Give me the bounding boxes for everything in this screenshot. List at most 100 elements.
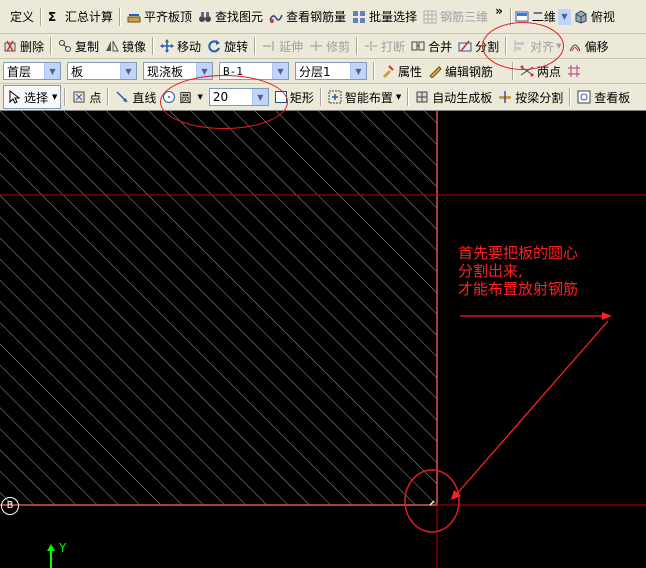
trim-icon xyxy=(309,39,323,53)
auto-slab-icon xyxy=(415,90,429,104)
chevron-down-icon[interactable]: ▼ xyxy=(44,63,60,79)
copy-button[interactable]: 复制 xyxy=(55,35,102,57)
summary-calc-button[interactable]: Σ 汇总计算 xyxy=(45,6,116,28)
circle-button[interactable]: 圆 ▼ xyxy=(159,86,205,108)
select-dropdown-icon[interactable]: ▼ xyxy=(52,93,57,101)
grid-marker-b: B xyxy=(1,497,19,515)
split-button[interactable]: 分割 xyxy=(455,35,502,57)
rotate-button[interactable]: 旋转 xyxy=(204,35,251,57)
annotation-arrow-diagonal xyxy=(454,320,609,497)
properties-button[interactable]: 属性 xyxy=(378,60,425,82)
slab-align-icon xyxy=(127,10,141,24)
batch-select-icon xyxy=(352,10,366,24)
edit-toolbar: 删除 复制 镜像 移动 旋转 延伸 修剪 打断 合并 分割 对齐 ▼ 偏移 xyxy=(0,34,646,59)
view-slab-button[interactable]: 查看板 xyxy=(574,86,633,108)
view-mode-dropdown-icon[interactable]: ▼ xyxy=(557,8,571,25)
merge-button[interactable]: 合并 xyxy=(408,35,455,57)
slab-hatch xyxy=(0,111,437,505)
view-slab-icon xyxy=(577,90,591,104)
view-mode-select[interactable]: 二维 ▼ xyxy=(515,6,571,28)
canvas-graphics xyxy=(0,111,646,568)
arrowhead-right xyxy=(602,312,612,320)
extend-button[interactable]: 延伸 xyxy=(259,35,306,57)
cube-icon xyxy=(574,9,588,24)
main-toolbar: 定义 Σ 汇总计算 平齐板顶 查找图元 查看钢筋量 批量选择 钢筋三维 » 二维… xyxy=(0,0,646,34)
split-by-beam-button[interactable]: 按梁分割 xyxy=(495,86,566,108)
move-button[interactable]: 移动 xyxy=(157,35,204,57)
rotate-icon xyxy=(207,39,221,53)
define-button[interactable]: 定义 xyxy=(0,6,37,28)
two-points-icon xyxy=(520,64,534,78)
offset-button[interactable]: 偏移 xyxy=(565,35,612,57)
rebar-3d-icon xyxy=(423,10,437,24)
properties-icon xyxy=(381,64,395,78)
rebar-qty-icon xyxy=(269,10,283,24)
two-points-button[interactable]: 两点 xyxy=(517,60,564,82)
monitor-icon xyxy=(515,10,529,24)
auto-generate-slab-button[interactable]: 自动生成板 xyxy=(412,86,495,108)
break-icon xyxy=(364,39,378,53)
smart-layout-icon xyxy=(328,90,342,104)
offset-icon xyxy=(568,39,582,53)
split-beam-icon xyxy=(498,90,512,104)
merge-icon xyxy=(411,39,425,53)
chevron-down-icon[interactable]: ▼ xyxy=(196,63,212,79)
align-button[interactable]: 对齐 ▼ xyxy=(510,35,564,57)
binoculars-icon xyxy=(198,10,212,24)
pencil-icon xyxy=(428,64,442,79)
batch-select-button[interactable]: 批量选择 xyxy=(349,6,420,28)
more-chevron-icon[interactable]: » xyxy=(491,0,507,22)
mirror-button[interactable]: 镜像 xyxy=(102,35,149,57)
sigma-icon: Σ xyxy=(48,9,57,24)
component-name-select[interactable]: B-1 ▼ xyxy=(219,62,289,80)
annotation-line: 首先要把板的圆心 xyxy=(458,244,579,262)
annotation-line: 分割出来, xyxy=(458,262,523,280)
smart-layout-dropdown-icon[interactable]: ▼ xyxy=(396,93,401,101)
draw-toolbar: 选择 ▼ 点 直线 圆 ▼ 20 ▼ 矩形 智能布置 ▼ 自动生成板 按梁分割 … xyxy=(0,84,646,111)
floor-select[interactable]: 首层 ▼ xyxy=(3,62,61,80)
cursor-arrow-icon xyxy=(7,89,21,104)
move-icon xyxy=(160,39,175,53)
top-view-button[interactable]: 俯视 xyxy=(571,6,618,28)
annotation-text: 首先要把板的圆心 分割出来, 才能布置放射钢筋 xyxy=(458,244,578,298)
line-icon xyxy=(115,90,129,104)
circle-dropdown-icon[interactable]: ▼ xyxy=(197,93,202,101)
line-button[interactable]: 直线 xyxy=(112,86,159,108)
split-icon xyxy=(458,39,472,53)
select-button[interactable]: 选择 ▼ xyxy=(3,85,62,109)
trim-button[interactable]: 修剪 xyxy=(306,35,353,57)
break-button[interactable]: 打断 xyxy=(361,35,408,57)
delete-button[interactable]: 删除 xyxy=(0,35,47,57)
define-icon xyxy=(3,10,7,24)
layer-select[interactable]: 分层1 ▼ xyxy=(295,62,367,80)
point-icon xyxy=(72,90,86,104)
copy-icon xyxy=(58,39,72,53)
rectangle-button[interactable]: 矩形 xyxy=(290,86,317,108)
rectangle-checkbox[interactable] xyxy=(274,91,287,103)
component-type-select[interactable]: 板 ▼ xyxy=(67,62,137,80)
y-axis-arrowhead xyxy=(47,544,55,551)
subtype-select[interactable]: 现浇板 ▼ xyxy=(143,62,213,80)
delete-icon xyxy=(3,39,17,53)
align-dropdown-icon[interactable]: ▼ xyxy=(556,42,561,50)
chevron-down-icon[interactable]: ▼ xyxy=(120,63,136,79)
view-rebar-qty-button[interactable]: 查看钢筋量 xyxy=(266,6,349,28)
component-toolbar: 首层 ▼ 板 ▼ 现浇板 ▼ B-1 ▼ 分层1 ▼ 属性 编辑钢筋 两点 xyxy=(0,59,646,84)
smart-layout-button[interactable]: 智能布置 ▼ xyxy=(325,86,404,108)
find-element-button[interactable]: 查找图元 xyxy=(195,6,266,28)
chevron-down-icon[interactable]: ▼ xyxy=(350,63,366,79)
align-icon xyxy=(513,39,527,53)
point-button[interactable]: 点 xyxy=(69,86,104,108)
circle-radius-input[interactable]: 20 ▼ xyxy=(208,88,269,106)
chevron-down-icon[interactable]: ▼ xyxy=(272,63,288,79)
drawing-canvas[interactable]: B 首先要把板的圆心 分割出来, 才能布置放射钢筋 Y xyxy=(0,111,646,568)
edit-rebar-button[interactable]: 编辑钢筋 xyxy=(425,60,496,82)
rebar-3d-button[interactable]: 钢筋三维 xyxy=(420,6,491,28)
annotation-line: 才能布置放射钢筋 xyxy=(458,280,579,298)
chevron-down-icon[interactable]: ▼ xyxy=(251,89,268,105)
mirror-icon xyxy=(105,39,119,53)
align-slab-top-button[interactable]: 平齐板顶 xyxy=(124,6,195,28)
circle-icon xyxy=(162,90,176,104)
y-axis-label: Y xyxy=(59,541,67,555)
grid-icon[interactable] xyxy=(564,60,584,82)
